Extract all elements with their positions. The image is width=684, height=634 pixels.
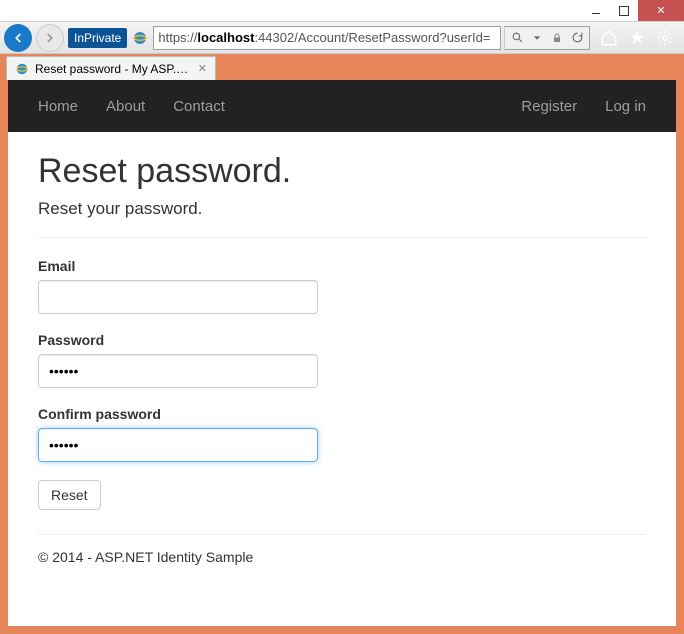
ie-logo-icon	[131, 29, 149, 47]
reset-button[interactable]: Reset	[38, 480, 101, 510]
browser-toolbar: InPrivate https://localhost:44302/Accoun…	[0, 22, 684, 54]
tab-close-icon[interactable]: ✕	[198, 62, 207, 75]
dropdown-icon[interactable]	[529, 30, 545, 46]
footer-text: © 2014 - ASP.NET Identity Sample	[38, 549, 646, 565]
favicon-ie-icon	[15, 62, 29, 76]
nav-contact[interactable]: Contact	[173, 98, 225, 115]
nav-home[interactable]: Home	[38, 98, 78, 115]
footer-divider	[38, 534, 646, 535]
lock-icon[interactable]	[549, 30, 565, 46]
forward-button[interactable]	[36, 24, 64, 52]
nav-about[interactable]: About	[106, 98, 145, 115]
email-label: Email	[38, 258, 646, 274]
tab-title: Reset password - My ASP.N...	[35, 62, 192, 76]
address-bar[interactable]: https://localhost:44302/Account/ResetPas…	[153, 26, 501, 50]
confirm-password-label: Confirm password	[38, 406, 646, 422]
browser-tab[interactable]: Reset password - My ASP.N... ✕	[6, 56, 216, 80]
page-viewport: Home About Contact Register Log in Reset…	[8, 80, 676, 626]
tab-bar: Reset password - My ASP.N... ✕	[0, 54, 684, 80]
arrow-left-icon	[11, 31, 25, 45]
url-controls	[504, 26, 590, 50]
nav-login[interactable]: Log in	[605, 98, 646, 115]
page-heading: Reset password.	[38, 152, 646, 191]
password-label: Password	[38, 332, 646, 348]
toolbar-icons	[594, 29, 680, 47]
url-path: :44302/Account/ResetPassword?userId=	[254, 30, 490, 45]
page-content: Reset password. Reset your password. Ema…	[8, 132, 676, 585]
settings-icon[interactable]	[656, 29, 674, 47]
page-subtitle: Reset your password.	[38, 199, 646, 219]
window-titlebar	[0, 0, 684, 22]
url-protocol: https://	[158, 30, 197, 45]
close-button[interactable]	[638, 0, 684, 21]
search-icon[interactable]	[509, 30, 525, 46]
confirm-password-input[interactable]	[38, 428, 318, 462]
refresh-icon[interactable]	[569, 30, 585, 46]
back-button[interactable]	[4, 24, 32, 52]
minimize-button[interactable]	[582, 0, 610, 21]
password-input[interactable]	[38, 354, 318, 388]
site-navbar: Home About Contact Register Log in	[8, 80, 676, 132]
home-icon[interactable]	[600, 29, 618, 47]
email-input[interactable]	[38, 280, 318, 314]
nav-register[interactable]: Register	[521, 98, 577, 115]
maximize-button[interactable]	[610, 0, 638, 21]
url-host: localhost	[197, 30, 254, 45]
favorites-icon[interactable]	[628, 29, 646, 47]
arrow-right-icon	[43, 31, 57, 45]
inprivate-badge: InPrivate	[68, 28, 127, 48]
divider	[38, 237, 646, 238]
